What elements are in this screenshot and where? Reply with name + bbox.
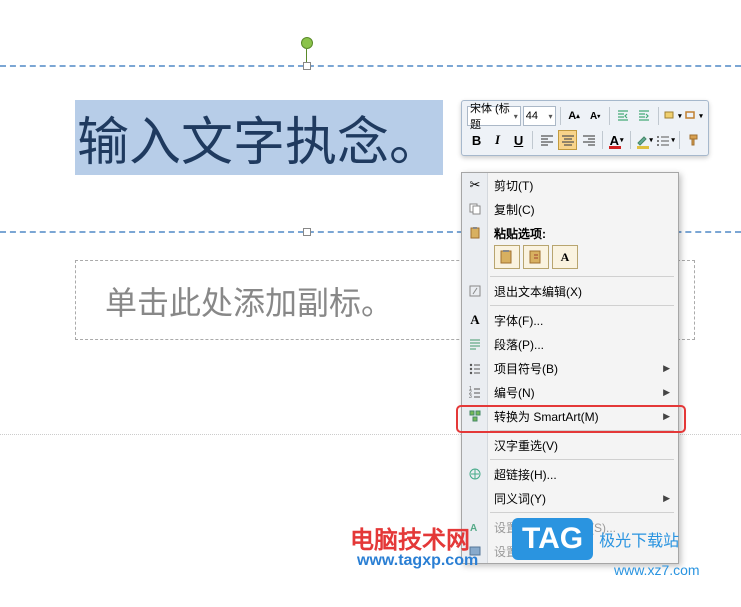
align-center-icon[interactable] — [558, 130, 577, 150]
exit-text-icon — [466, 282, 484, 300]
menu-font[interactable]: A 字体(F)... — [462, 308, 678, 332]
rotation-handle[interactable] — [301, 37, 313, 49]
context-menu: ✂ 剪切(T) 复制(C) 粘贴选项: A — [461, 172, 679, 564]
menu-synonyms[interactable]: 同义词(Y) ▶ — [462, 486, 678, 510]
selection-handle-top[interactable] — [303, 62, 311, 70]
shape-outline-icon[interactable]: ▾ — [684, 106, 703, 126]
font-icon: A — [466, 311, 484, 329]
menu-hyperlink[interactable]: 超链接(H)... — [462, 462, 678, 486]
copy-icon — [466, 200, 484, 218]
watermark-2: TAG 极光下载站 — [512, 518, 679, 560]
svg-text:A: A — [470, 523, 477, 534]
svg-text:3: 3 — [469, 394, 472, 399]
menu-numbering[interactable]: 123 编号(N) ▶ — [462, 380, 678, 404]
textbox-border-top — [0, 65, 741, 67]
paste-option-keep-source[interactable] — [494, 245, 520, 269]
shape-fill-icon[interactable]: ▾ — [663, 106, 682, 126]
subtitle-placeholder-text: 单击此处添加副标。 — [105, 278, 393, 324]
underline-button[interactable]: U — [509, 130, 528, 150]
clipboard-icon — [466, 224, 484, 242]
cut-icon: ✂ — [466, 176, 484, 194]
menu-convert-smartart[interactable]: 转换为 SmartArt(M) ▶ — [462, 404, 678, 428]
menu-cut[interactable]: ✂ 剪切(T) — [462, 173, 678, 197]
align-left-icon[interactable] — [537, 130, 556, 150]
bullets-icon[interactable]: ▾ — [656, 130, 675, 150]
watermark-text-2: 极光下载站 — [599, 527, 679, 551]
menu-paste-header: 粘贴选项: — [462, 221, 678, 245]
italic-button[interactable]: I — [488, 130, 507, 150]
submenu-arrow-icon: ▶ — [663, 363, 670, 374]
watermark-text-1: 电脑技术网 — [350, 520, 470, 555]
tag-badge: TAG — [512, 518, 593, 560]
paste-options-row: A — [462, 245, 678, 274]
submenu-arrow-icon: ▶ — [663, 493, 670, 504]
indent-increase-icon[interactable] — [635, 106, 654, 126]
format-painter-icon[interactable] — [684, 130, 703, 150]
title-text-selected[interactable]: 输入文字执念。 — [75, 100, 443, 175]
menu-copy[interactable]: 复制(C) — [462, 197, 678, 221]
paragraph-icon — [466, 335, 484, 353]
bold-button[interactable]: B — [467, 130, 486, 150]
submenu-arrow-icon: ▶ — [663, 411, 670, 422]
menu-hanzi-reselect[interactable]: 汉字重选(V) — [462, 433, 678, 457]
bullets-menu-icon — [466, 359, 484, 377]
font-color-icon[interactable]: A ▾ — [607, 130, 626, 150]
smartart-icon — [466, 407, 484, 425]
font-family-select[interactable]: 宋体 (标题▾ — [467, 106, 521, 126]
shrink-font-icon[interactable]: A▾ — [586, 106, 605, 126]
grow-font-icon[interactable]: A▴ — [564, 106, 583, 126]
menu-exit-text-edit[interactable]: 退出文本编辑(X) — [462, 279, 678, 303]
font-size-select[interactable]: 44▾ — [523, 106, 556, 126]
highlight-icon[interactable]: ▾ — [635, 130, 654, 150]
menu-bullets[interactable]: 项目符号(B) ▶ — [462, 356, 678, 380]
slide-canvas: 输入文字执念。 单击此处添加副标。 宋体 (标题▾ 44▾ A▴ A▾ — [0, 0, 741, 607]
paste-option-text-only[interactable]: A — [552, 245, 578, 269]
watermark-url-1: www.tagxp.com — [357, 552, 478, 570]
selection-handle-bottom[interactable] — [303, 228, 311, 236]
numbering-icon: 123 — [466, 383, 484, 401]
hyperlink-icon — [466, 465, 484, 483]
menu-paragraph[interactable]: 段落(P)... — [462, 332, 678, 356]
paste-option-merge[interactable] — [523, 245, 549, 269]
indent-decrease-icon[interactable] — [614, 106, 633, 126]
submenu-arrow-icon: ▶ — [663, 387, 670, 398]
align-right-icon[interactable] — [579, 130, 598, 150]
mini-toolbar: 宋体 (标题▾ 44▾ A▴ A▾ ▾ ▾ — [461, 100, 709, 156]
watermark-url-2: www.xz7.com — [614, 562, 700, 578]
